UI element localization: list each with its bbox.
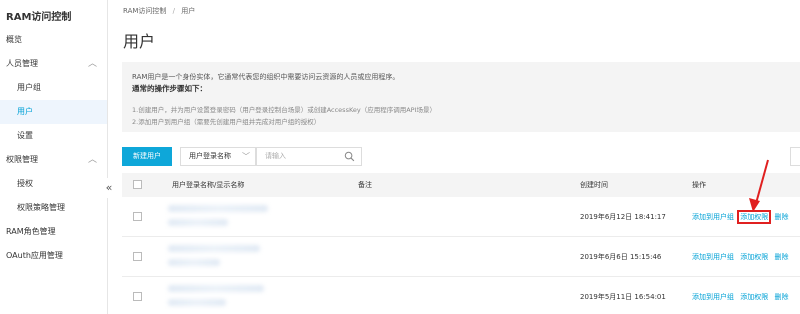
info-description: RAM用户是一个身份实体，它通常代表您的组织中需要访问云资源的人员或应用程序。 [132, 73, 400, 81]
refresh-button[interactable] [790, 147, 800, 166]
sidebar-item-settings[interactable]: 设置 [0, 124, 107, 148]
chevron-up-icon: ︿ [87, 155, 97, 165]
sidebar-item-label: 概览 [6, 35, 22, 44]
created-time: 2019年6月6日 15:15:46 [580, 253, 662, 261]
sidebar-item-user-groups[interactable]: 用户组 [0, 76, 107, 100]
info-steps-heading: 通常的操作步骤如下： [132, 84, 207, 93]
search-placeholder: 请输入 [265, 152, 286, 160]
blurred-display-name [168, 299, 226, 306]
blurred-username [168, 205, 268, 212]
sidebar-item-users[interactable]: 用户 [0, 100, 107, 124]
app-root: RAM访问控制 概览 人员管理 ︿ 用户组 用户 设置 权限管理 ︿ 授权 权限… [0, 0, 800, 314]
sidebar: RAM访问控制 概览 人员管理 ︿ 用户组 用户 设置 权限管理 ︿ 授权 权限… [0, 0, 108, 314]
row-checkbox[interactable] [133, 252, 142, 261]
sidebar-item-policies[interactable]: 权限策略管理 [0, 196, 107, 220]
created-time: 2019年5月11日 16:54:01 [580, 293, 666, 301]
add-permission-link[interactable]: 添加权限 [740, 253, 768, 261]
sidebar-item-grants[interactable]: 授权 [0, 172, 107, 196]
sidebar-item-label: 授权 [17, 179, 33, 188]
add-to-group-link[interactable]: 添加到用户组 [692, 213, 734, 221]
main-content: RAM访问控制 / 用户 用户 RAM用户是一个身份实体，它通常代表您的组织中需… [108, 0, 800, 314]
info-step-2: 2.添加用户到用户组（需要先创建用户组并完成对用户组的授权） [132, 118, 321, 126]
row-checkbox[interactable] [133, 212, 142, 221]
row-actions: 添加到用户组 添加权限 删除 [692, 277, 792, 314]
blurred-username [168, 245, 260, 252]
delete-link[interactable]: 删除 [774, 293, 788, 301]
sidebar-item-label: 权限管理 [6, 155, 38, 164]
add-permission-link[interactable]: 添加权限 [740, 293, 768, 301]
delete-link[interactable]: 删除 [774, 253, 788, 261]
add-permission-link[interactable]: 添加权限 [737, 210, 772, 224]
sidebar-item-label: 用户组 [17, 83, 41, 92]
blurred-display-name [168, 219, 228, 226]
info-box: RAM用户是一个身份实体，它通常代表您的组织中需要访问云资源的人员或应用程序。 … [122, 62, 800, 132]
select-value: 用户登录名称 [189, 152, 231, 160]
sidebar-title: RAM访问控制 [6, 12, 72, 23]
column-header-note: 备注 [358, 181, 372, 189]
sidebar-item-permissions[interactable]: 权限管理 ︿ [0, 148, 107, 172]
sidebar-item-ram-roles[interactable]: RAM角色管理 [0, 220, 107, 244]
sidebar-item-label: RAM角色管理 [6, 227, 56, 236]
search-input[interactable]: 请输入 [256, 147, 362, 166]
column-header-created: 创建时间 [580, 181, 608, 189]
sidebar-item-label: 权限策略管理 [17, 203, 65, 212]
chevron-down-icon: ﹀ [242, 152, 250, 161]
table-header: 用户登录名称/显示名称 备注 创建时间 操作 [122, 173, 800, 197]
sidebar-item-label: 用户 [17, 107, 33, 116]
add-to-group-link[interactable]: 添加到用户组 [692, 253, 734, 261]
table-row: 2019年5月11日 16:54:01 添加到用户组 添加权限 删除 [122, 277, 800, 314]
sidebar-item-people[interactable]: 人员管理 ︿ [0, 52, 107, 76]
select-all-checkbox[interactable] [133, 180, 142, 189]
delete-link[interactable]: 删除 [774, 213, 788, 221]
sidebar-item-overview[interactable]: 概览 [0, 28, 107, 52]
breadcrumb-root[interactable]: RAM访问控制 [123, 7, 166, 15]
table-row: 2019年6月6日 15:15:46 添加到用户组 添加权限 删除 [122, 237, 800, 277]
search-icon[interactable] [344, 151, 355, 162]
chevron-up-icon: ︿ [87, 59, 97, 69]
sidebar-item-label: 设置 [17, 131, 33, 140]
sidebar-item-label: 人员管理 [6, 59, 38, 68]
blurred-username [168, 285, 264, 292]
sidebar-item-label: OAuth应用管理 [6, 251, 63, 260]
created-time: 2019年6月12日 18:41:17 [580, 213, 666, 221]
breadcrumb: RAM访问控制 / 用户 [123, 6, 195, 16]
row-checkbox[interactable] [133, 292, 142, 301]
page-title: 用户 [123, 32, 156, 51]
column-header-actions: 操作 [692, 181, 706, 189]
breadcrumb-current: 用户 [181, 7, 196, 15]
blurred-display-name [168, 259, 220, 266]
search-field-select[interactable]: 用户登录名称 ﹀ [180, 147, 256, 166]
breadcrumb-separator: / [172, 7, 176, 15]
add-to-group-link[interactable]: 添加到用户组 [692, 293, 734, 301]
column-header-name: 用户登录名称/显示名称 [172, 181, 245, 189]
row-actions: 添加到用户组 添加权限 删除 [692, 197, 792, 237]
row-actions: 添加到用户组 添加权限 删除 [692, 237, 792, 277]
sidebar-item-oauth-apps[interactable]: OAuth应用管理 [0, 244, 107, 268]
table-row: 2019年6月12日 18:41:17 添加到用户组 添加权限 删除 [122, 197, 800, 237]
new-user-button[interactable]: 新建用户 [122, 147, 172, 166]
info-step-1: 1.创建用户，并为用户设置登录密码（用户登录控制台场景）或创建AccessKey… [132, 106, 437, 114]
